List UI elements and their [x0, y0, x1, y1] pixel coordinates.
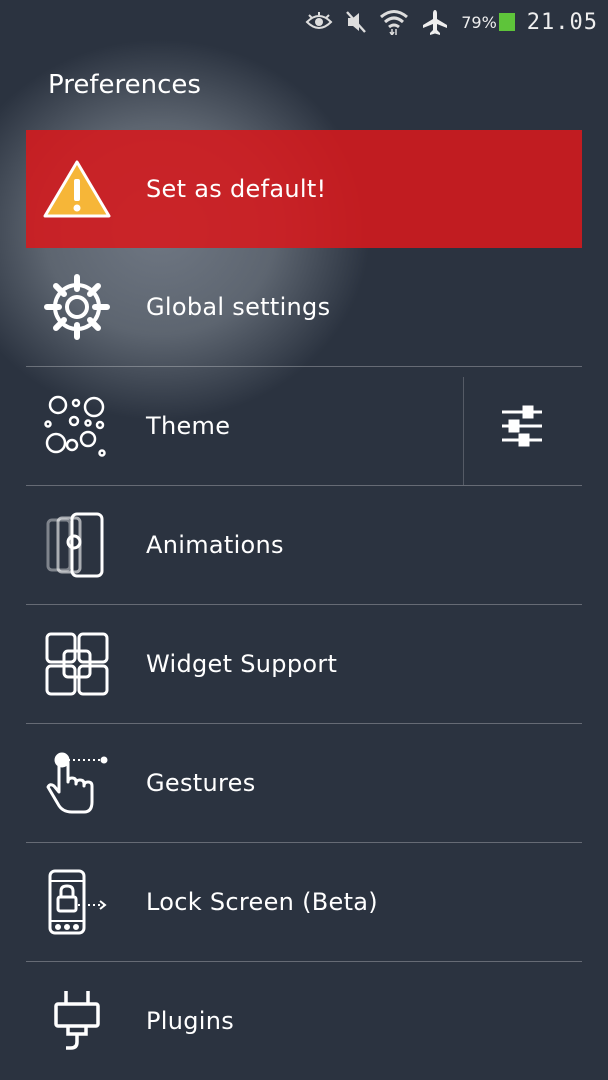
menu-item-animations[interactable]: Animations [26, 486, 582, 605]
menu-item-set-as-default[interactable]: Set as default! [26, 130, 582, 248]
menu-item-widget-support[interactable]: Widget Support [26, 605, 582, 724]
gear-icon [42, 272, 112, 342]
battery-icon [498, 13, 515, 31]
airplane-icon [421, 8, 449, 36]
menu-item-lock-screen[interactable]: Lock Screen (Beta) [26, 843, 582, 962]
status-bar: 79% 21.05 [0, 0, 608, 44]
menu-item-label: Global settings [146, 293, 331, 321]
menu-item-global-settings[interactable]: Global settings [26, 248, 582, 367]
wifi-icon [379, 9, 409, 35]
battery-percent: 79% [461, 12, 497, 32]
menu-item-theme[interactable]: Theme [26, 367, 582, 486]
animations-icon [42, 510, 112, 580]
menu-item-label: Set as default! [146, 175, 327, 203]
menu-item-label: Plugins [146, 1007, 235, 1035]
plug-icon [42, 986, 112, 1056]
clock: 21.05 [526, 9, 598, 35]
menu-item-label: Widget Support [146, 650, 338, 678]
lock-screen-icon [42, 867, 112, 937]
mute-icon [345, 10, 367, 34]
menu-item-plugins[interactable]: Plugins [26, 962, 582, 1080]
theme-settings-sliders-icon[interactable] [498, 399, 546, 453]
gesture-hand-icon [42, 748, 112, 818]
eye-icon [305, 12, 333, 32]
menu-item-label: Gestures [146, 769, 256, 797]
menu-item-gestures[interactable]: Gestures [26, 724, 582, 843]
widget-grid-icon [42, 629, 112, 699]
warning-icon [42, 154, 112, 224]
page-title: Preferences [48, 70, 201, 100]
menu-item-label: Lock Screen (Beta) [146, 888, 378, 916]
theme-bubbles-icon [42, 391, 112, 461]
preferences-menu: Set as default! Global settings Theme An… [26, 130, 582, 1080]
divider [463, 377, 464, 485]
menu-item-label: Animations [146, 531, 284, 559]
menu-item-label: Theme [146, 412, 231, 440]
